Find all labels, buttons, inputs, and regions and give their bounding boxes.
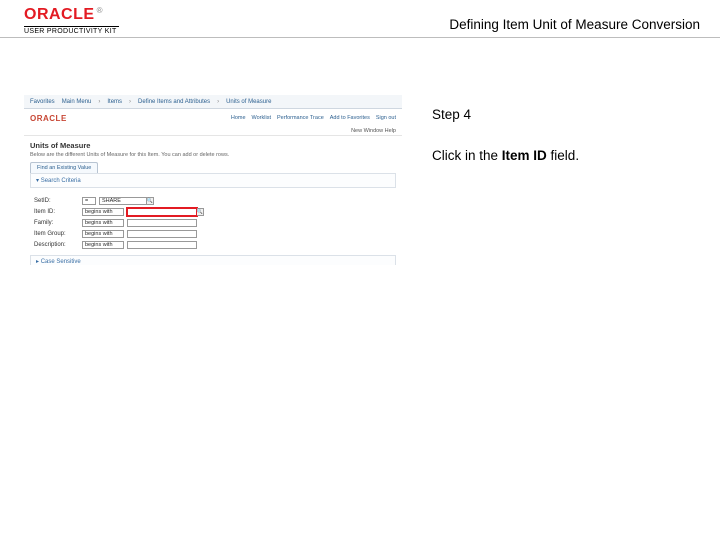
group-label: Item Group: (34, 231, 82, 237)
tab-find-existing[interactable]: Find an Existing Value (30, 162, 98, 173)
step-label: Step 4 (432, 107, 702, 122)
crumb-item[interactable]: Units of Measure (226, 99, 271, 105)
nav-link[interactable]: Worklist (252, 115, 271, 121)
search-criteria-section: Search Criteria (30, 173, 396, 188)
itemid-op[interactable]: begins with (82, 208, 124, 216)
app-screenshot: Favorites Main Menu› Items› Define Items… (24, 95, 402, 265)
group-op[interactable]: begins with (82, 230, 124, 238)
crumb-item[interactable]: Items (107, 99, 122, 105)
section-header-collapsed[interactable]: Case Sensitive (36, 258, 390, 265)
app-brand: ORACLE (30, 114, 67, 123)
family-op[interactable]: begins with (82, 219, 124, 227)
breadcrumb: Favorites Main Menu› Items› Define Items… (24, 95, 402, 109)
page-title: Defining Item Unit of Measure Conversion (449, 17, 700, 32)
instr-suffix: field. (547, 148, 579, 163)
brand-block: ORACLE® USER PRODUCTIVITY KIT (24, 6, 119, 35)
tab-strip: Find an Existing Value (30, 162, 396, 173)
nav-link[interactable]: Add to Favorites (330, 115, 370, 121)
family-label: Family: (34, 220, 82, 226)
brand-subtitle: USER PRODUCTIVITY KIT (24, 26, 119, 35)
setid-op[interactable]: = (82, 197, 96, 205)
setid-input[interactable]: SHARE (99, 197, 147, 205)
desc-op[interactable]: begins with (82, 241, 124, 249)
app-subtext: Below are the different Units of Measure… (24, 152, 402, 162)
group-input[interactable] (127, 230, 197, 238)
nav-link[interactable]: Performance Trace (277, 115, 324, 121)
itemid-label: Item ID: (34, 209, 82, 215)
crumb-item[interactable]: Define Items and Attributes (138, 99, 210, 105)
lookup-icon[interactable]: 🔍 (147, 197, 154, 205)
brand-word: ORACLE (24, 6, 95, 23)
nav-link[interactable]: Home (231, 115, 246, 121)
itemid-input[interactable] (127, 208, 197, 216)
app-brand-row: ORACLE Home Worklist Performance Trace A… (24, 109, 402, 127)
search-form: SetID: = SHARE 🔍 Item ID: begins with 🔍 … (24, 192, 402, 253)
step-instruction: Click in the Item ID field. (432, 148, 702, 163)
desc-input[interactable] (127, 241, 197, 249)
section-header[interactable]: Search Criteria (36, 177, 390, 184)
crumb-item[interactable]: Main Menu (62, 99, 92, 105)
nav-link[interactable]: Sign out (376, 115, 396, 121)
app-page-title: Units of Measure (24, 136, 402, 152)
instruction-panel: Step 4 Click in the Item ID field. (432, 107, 702, 163)
page-header: ORACLE® USER PRODUCTIVITY KIT Defining I… (0, 0, 720, 38)
instr-prefix: Click in the (432, 148, 502, 163)
brand-reg: ® (97, 6, 103, 15)
lookup-icon[interactable]: 🔍 (197, 208, 204, 216)
desc-label: Description: (34, 242, 82, 248)
case-sensitive-section[interactable]: Case Sensitive (30, 255, 396, 265)
window-meta-links[interactable]: New Window Help (24, 127, 402, 136)
family-input[interactable] (127, 219, 197, 227)
setid-label: SetID: (34, 198, 82, 204)
app-top-nav: Home Worklist Performance Trace Add to F… (231, 115, 396, 121)
instr-bold: Item ID (502, 148, 547, 163)
crumb-item[interactable]: Favorites (30, 99, 55, 105)
